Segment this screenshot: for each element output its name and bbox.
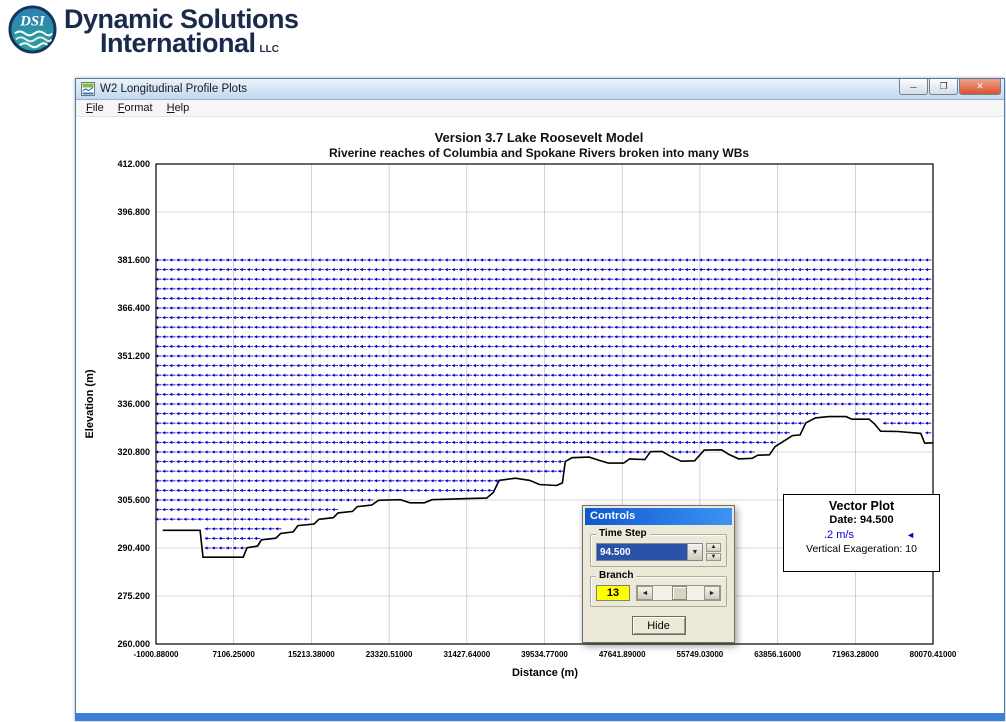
y-axis-label: Elevation (m) [84,369,96,439]
branch-label: Branch [596,570,637,581]
svg-text:39534.77000: 39534.77000 [521,650,568,659]
dsi-logo-icon: DSI [8,5,57,54]
scrollbar-thumb[interactable] [672,586,688,600]
legend-box: Vector Plot Date: 94.500 .2 m/s ◄ Vertic… [783,494,940,572]
time-step-combobox[interactable]: 94.500 ▼ [596,543,703,561]
svg-text:366.400: 366.400 [117,303,150,313]
y-tick-labels: 412.000 396.800 381.600 366.400 351.200 336.0… [117,159,150,649]
longitudinal-profile-plot: -1000.88000 7106.25000 15213.38000 23320.51… [117,159,957,659]
x-tick-labels: -1000.88000 7106.25000 15213.38000 23320.51… [134,650,957,659]
controls-dialog-title-bar[interactable]: Controls [585,508,732,525]
scroll-left-button[interactable]: ◄ [637,586,653,600]
dsi-logo: DSI Dynamic Solutions International LLC [8,5,299,62]
svg-text:-1000.88000: -1000.88000 [134,650,179,659]
svg-text:47641.89000: 47641.89000 [599,650,646,659]
chart-title: Version 3.7 Lake Roosevelt Model [434,130,644,145]
window-title-bar[interactable]: W2 Longitudinal Profile Plots ─ ❐ ✕ [76,79,1004,100]
close-icon: ✕ [976,81,984,91]
time-step-label: Time Step [596,528,650,539]
legend-scale-row: .2 m/s ◄ [784,526,939,541]
legend-scale-text: .2 m/s [824,529,854,541]
svg-text:336.000: 336.000 [117,399,150,409]
spinner-down-button[interactable]: ▼ [706,552,721,561]
menu-item-help[interactable]: Help [160,101,197,115]
arrow-up-icon: ▲ [710,544,717,551]
legend-title: Vector Plot [828,499,895,513]
page: DSI Dynamic Solutions International LLC W… [0,0,1006,722]
arrow-right-icon: ► [708,589,716,597]
svg-text:23320.51000: 23320.51000 [366,650,413,659]
svg-text:275.200: 275.200 [117,591,150,601]
logo-suffix: LLC [259,44,279,55]
hide-button[interactable]: Hide [631,616,686,635]
window-icon [81,82,95,96]
menu-item-file[interactable]: File [79,101,111,115]
legend-exaggeration: Vertical Exageration: 10 [806,543,917,555]
svg-text:7106.25000: 7106.25000 [213,650,256,659]
arrow-left-icon: ◄ [641,589,649,597]
time-step-value: 94.500 [597,544,687,560]
arrow-down-icon: ▼ [710,553,717,560]
logo-line2-text: International [100,28,256,58]
spinner-up-button[interactable]: ▲ [706,543,721,552]
controls-dialog: Controls Time Step 94.500 ▼ ▲ ▼ Branch 1… [582,505,735,643]
svg-text:63856.16000: 63856.16000 [754,650,801,659]
vector-arrow-icon: ◄ [906,530,915,540]
svg-text:15213.38000: 15213.38000 [288,650,335,659]
menu-item-format[interactable]: Format [111,101,160,115]
branch-group: Branch 13 ◄ ► [590,570,727,607]
branch-scrollbar: ◄ ► [636,585,721,601]
minimize-icon: ─ [910,81,917,92]
svg-text:381.600: 381.600 [117,255,150,265]
branch-value-field[interactable]: 13 [596,585,630,601]
close-button[interactable]: ✕ [959,79,1001,95]
svg-text:351.200: 351.200 [117,351,150,361]
time-step-spinner: ▲ ▼ [706,543,721,561]
x-axis-label: Distance (m) [511,667,579,679]
scrollbar-track[interactable] [653,586,704,600]
time-step-group: Time Step 94.500 ▼ ▲ ▼ [590,528,727,567]
svg-text:320.800: 320.800 [117,447,150,457]
svg-text:71963.28000: 71963.28000 [832,650,879,659]
legend-date: Date: 94.500 [829,514,894,526]
maximize-icon: ❐ [939,81,948,91]
svg-text:305.600: 305.600 [117,495,150,505]
window-title: W2 Longitudinal Profile Plots [100,83,248,95]
svg-text:55749.03000: 55749.03000 [677,650,724,659]
svg-text:396.800: 396.800 [117,207,150,217]
dsi-logo-text: Dynamic Solutions International LLC [64,5,299,62]
svg-text:DSI: DSI [19,14,46,30]
svg-text:290.400: 290.400 [117,543,150,553]
client-area: Version 3.7 Lake Roosevelt Model Riverin… [76,117,1004,713]
svg-text:31427.64000: 31427.64000 [443,650,490,659]
chart-subtitle: Riverine reaches of Columbia and Spokane… [328,146,750,160]
chevron-down-icon: ▼ [691,548,699,556]
app-window: W2 Longitudinal Profile Plots ─ ❐ ✕ File… [75,78,1005,721]
svg-text:80070.41000: 80070.41000 [910,650,957,659]
logo-line2: International LLC [100,28,299,62]
maximize-button[interactable]: ❐ [929,79,958,95]
combo-dropdown-button[interactable]: ▼ [687,544,702,560]
scroll-right-button[interactable]: ► [704,586,720,600]
controls-dialog-title: Controls [590,510,636,522]
svg-text:260.000: 260.000 [117,639,150,649]
minimize-button[interactable]: ─ [899,79,928,95]
svg-text:412.000: 412.000 [117,159,150,169]
menu-bar: File Format Help [76,100,1004,117]
window-controls: ─ ❐ ✕ [899,79,1001,95]
